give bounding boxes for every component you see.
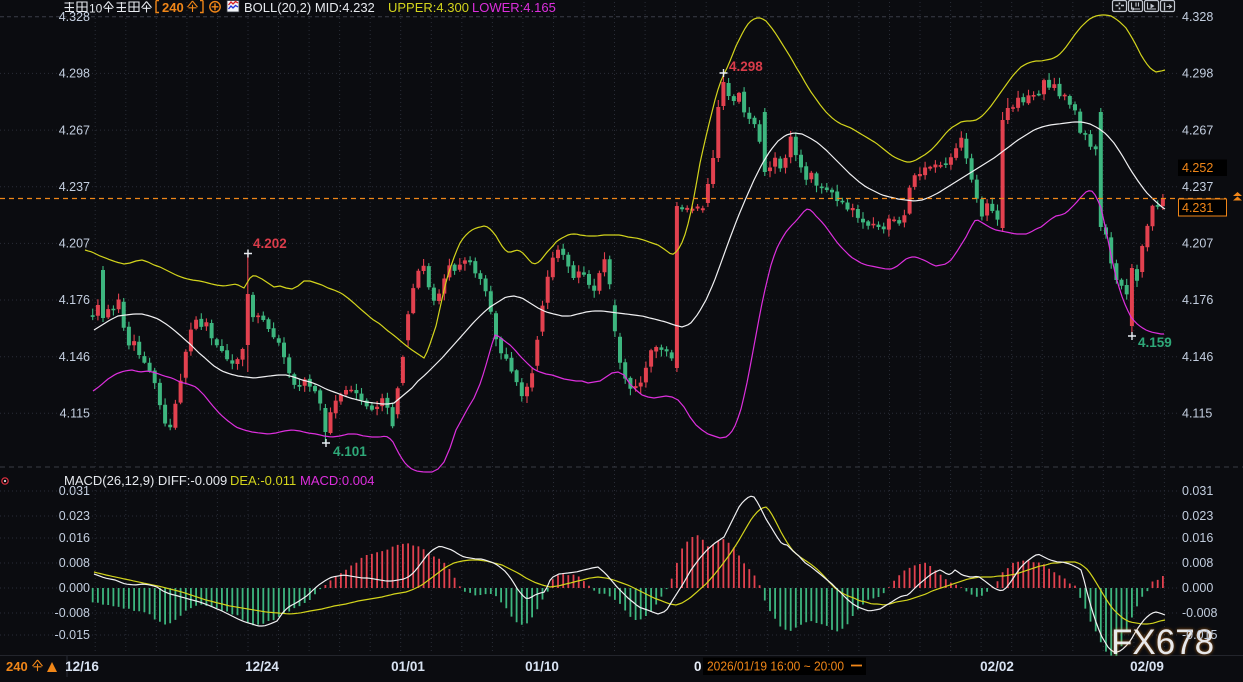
svg-text:DEA:-0.011: DEA:-0.011 xyxy=(230,473,296,488)
svg-text:-0.008: -0.008 xyxy=(1182,606,1217,620)
svg-text:4.252: 4.252 xyxy=(1182,161,1213,175)
svg-text:4.176: 4.176 xyxy=(59,293,90,307)
svg-text:-0.008: -0.008 xyxy=(55,606,90,620)
svg-text:4.146: 4.146 xyxy=(59,350,90,364)
svg-text:4.328: 4.328 xyxy=(1182,10,1213,24)
svg-text:4.267: 4.267 xyxy=(1182,123,1213,137)
svg-text:-0.015: -0.015 xyxy=(1182,628,1217,642)
svg-text:4.202: 4.202 xyxy=(253,236,287,251)
svg-text:0.031: 0.031 xyxy=(59,484,90,498)
svg-text:2026/01/19 16:00 ~ 20:00: 2026/01/19 16:00 ~ 20:00 xyxy=(707,659,844,674)
svg-text:0.000: 0.000 xyxy=(1182,581,1213,595)
svg-text:4.176: 4.176 xyxy=(1182,293,1213,307)
svg-text:4.267: 4.267 xyxy=(59,123,90,137)
svg-text:4.146: 4.146 xyxy=(1182,350,1213,364)
svg-text:12/24: 12/24 xyxy=(245,659,279,674)
svg-text:4.115: 4.115 xyxy=(1182,407,1212,421)
svg-text:4.237: 4.237 xyxy=(1182,180,1213,194)
svg-text:12/16: 12/16 xyxy=(65,659,99,674)
svg-text:BOLL(20,2) MID:4.232: BOLL(20,2) MID:4.232 xyxy=(244,0,375,15)
svg-text:01/10: 01/10 xyxy=(525,659,559,674)
svg-text:4.207: 4.207 xyxy=(59,237,90,251)
svg-text:0.023: 0.023 xyxy=(59,509,90,523)
svg-text:0.016: 0.016 xyxy=(59,531,90,545)
svg-text:MACD:0.004: MACD:0.004 xyxy=(300,473,374,488)
svg-text:0.008: 0.008 xyxy=(1182,556,1213,570)
svg-text:-0.015: -0.015 xyxy=(55,628,90,642)
svg-text:4.231: 4.231 xyxy=(1182,201,1213,215)
svg-text:240: 240 xyxy=(162,0,184,15)
svg-text:0.016: 0.016 xyxy=(1182,531,1213,545)
svg-text:LOWER:4.165: LOWER:4.165 xyxy=(472,0,556,15)
svg-text:4.298: 4.298 xyxy=(729,59,763,74)
svg-text:4.298: 4.298 xyxy=(59,67,90,81)
svg-text:01/01: 01/01 xyxy=(391,659,425,674)
svg-text:4.298: 4.298 xyxy=(1182,67,1213,81)
svg-text:UPPER:4.300: UPPER:4.300 xyxy=(388,0,469,15)
svg-text:0.023: 0.023 xyxy=(1182,509,1213,523)
svg-text:4.115: 4.115 xyxy=(60,407,90,421)
svg-text:0.008: 0.008 xyxy=(59,556,90,570)
svg-text:0: 0 xyxy=(694,659,702,674)
svg-text:0.031: 0.031 xyxy=(1182,484,1213,498)
svg-text:4.101: 4.101 xyxy=(333,444,367,459)
svg-text:02/09: 02/09 xyxy=(1130,659,1164,674)
svg-text:4.159: 4.159 xyxy=(1138,335,1172,350)
svg-text:4.207: 4.207 xyxy=(1182,237,1213,251)
svg-text:240: 240 xyxy=(6,659,28,674)
svg-text:4.237: 4.237 xyxy=(59,180,90,194)
svg-text:4.328: 4.328 xyxy=(59,10,90,24)
svg-text:02/02: 02/02 xyxy=(980,659,1014,674)
svg-text:10: 10 xyxy=(89,2,103,16)
svg-text:0.000: 0.000 xyxy=(59,581,90,595)
